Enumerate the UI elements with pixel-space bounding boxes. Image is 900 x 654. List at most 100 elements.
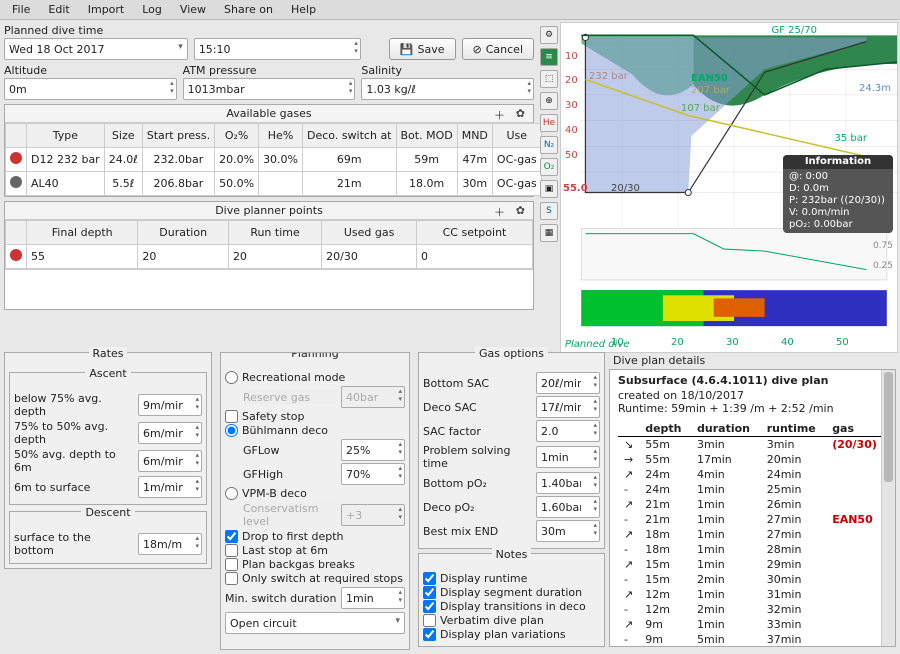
gas-col-switch[interactable]: Deco. switch at [303, 124, 396, 148]
points-row-0[interactable]: 55 20 20 20/30 0 [6, 245, 533, 269]
gas-col-mod[interactable]: Bot. MOD [396, 124, 457, 148]
tool-scale[interactable]: ⊕ [540, 92, 558, 110]
min-switch-label: Min. switch duration [225, 592, 337, 605]
recreational-radio[interactable] [225, 371, 238, 384]
plan-backgas-checkbox[interactable] [225, 558, 238, 571]
deco-po2-label: Deco pO₂ [423, 501, 532, 514]
tool-s[interactable]: S [540, 202, 558, 220]
rate-surf-bottom-input[interactable] [138, 533, 202, 555]
atm-input[interactable] [183, 78, 356, 100]
gases-gear-icon[interactable]: ✿ [516, 107, 525, 120]
rate-75to50-input[interactable] [138, 422, 202, 444]
plan-row: -18m1min28min [618, 542, 887, 557]
tool-o2[interactable]: O₂ [540, 158, 558, 176]
menu-share[interactable]: Share on [216, 1, 281, 18]
plan-row: ↗21m1min26min [618, 497, 887, 512]
last-stop-6m-checkbox[interactable] [225, 544, 238, 557]
menu-help[interactable]: Help [283, 1, 324, 18]
rate-6surf-label: 6m to surface [14, 481, 134, 494]
gfhigh-input[interactable] [341, 463, 405, 485]
rate-surf-bottom-label: surface to the bottom [14, 531, 134, 557]
points-gear-icon[interactable]: ✿ [516, 204, 525, 217]
gases-add-icon[interactable]: ＋ [494, 107, 505, 123]
atm-label: ATM pressure [183, 64, 356, 77]
buhlmann-radio[interactable] [225, 424, 238, 437]
gas-col-o2[interactable]: O₂% [215, 124, 259, 148]
tool-n2[interactable]: N₂ [540, 136, 558, 154]
menu-file[interactable]: File [4, 1, 38, 18]
points-col-depth[interactable]: Final depth [27, 221, 138, 245]
depth-right-label: 24.3m [859, 83, 891, 94]
display-variations-checkbox[interactable] [423, 628, 436, 641]
gas-row-1[interactable]: AL40 5.5ℓ 206.8bar 50.0% 21m 18.0m 30m O… [6, 172, 542, 196]
sac-factor-input[interactable] [536, 420, 600, 442]
dive-profile-chart[interactable]: 10 20 30 40 50 55.0 10 20 30 40 50 GF 25… [560, 22, 898, 353]
points-col-run[interactable]: Run time [228, 221, 321, 245]
gflow-input[interactable] [341, 439, 405, 461]
xtick: 40 [781, 337, 794, 348]
display-segment-checkbox[interactable] [423, 586, 436, 599]
tool-he[interactable]: He [540, 114, 558, 132]
display-runtime-checkbox[interactable] [423, 572, 436, 585]
drop-first-depth-checkbox[interactable] [225, 530, 238, 543]
notes-group: Notes Display runtime Display segment du… [418, 553, 605, 647]
rate-6surf-input[interactable] [138, 476, 202, 498]
menu-edit[interactable]: Edit [40, 1, 77, 18]
tool-profile[interactable]: ≡ [540, 48, 558, 66]
deco-sac-input[interactable] [536, 396, 600, 418]
min-switch-input[interactable] [341, 587, 405, 609]
reserve-gas-input [341, 386, 405, 408]
ytick: 40 [565, 125, 578, 136]
bottom-sac-input[interactable] [536, 372, 600, 394]
rate-50to6-input[interactable] [138, 450, 202, 472]
menu-view[interactable]: View [172, 1, 214, 18]
gas-col-he[interactable]: He% [259, 124, 303, 148]
save-button[interactable]: 💾Save [389, 38, 456, 60]
available-gases-panel: Available gases ＋ ✿ Type Size Start pres… [4, 104, 534, 197]
points-add-icon[interactable]: ＋ [494, 204, 505, 220]
cylinder-icon [10, 176, 22, 188]
tool-heatmap[interactable]: ▦ [540, 224, 558, 242]
tool-ruler[interactable]: ⬚ [540, 70, 558, 88]
xtick: 50 [836, 337, 849, 348]
cancel-button[interactable]: ⊘Cancel [462, 38, 534, 60]
points-col-cc[interactable]: CC setpoint [416, 221, 532, 245]
altitude-input[interactable] [4, 78, 177, 100]
plan-row: -21m1min27minEAN50 [618, 512, 887, 527]
cylinder-icon [10, 152, 22, 164]
gas-col-start[interactable]: Start press. [142, 124, 214, 148]
gas-row-0[interactable]: D12 232 bar 24.0ℓ 232.0bar 20.0% 30.0% 6… [6, 148, 542, 172]
ytick: 50 [565, 150, 578, 161]
display-transitions-checkbox[interactable] [423, 600, 436, 613]
points-col-dur[interactable]: Duration [138, 221, 229, 245]
planning-group: Planning Recreational mode Reserve gas S… [220, 352, 410, 650]
rate-below75-input[interactable] [138, 394, 202, 416]
tool-settings[interactable]: ⚙ [540, 26, 558, 44]
plan-row: -9m5min37min [618, 632, 887, 647]
gas-col-size[interactable]: Size [104, 124, 142, 148]
vpmb-radio[interactable] [225, 487, 238, 500]
time-input[interactable] [194, 38, 361, 60]
gas-col-use[interactable]: Use [492, 124, 541, 148]
deco-po2-input[interactable] [536, 496, 600, 518]
menu-import[interactable]: Import [80, 1, 133, 18]
bottom-po2-input[interactable] [536, 472, 600, 494]
verbatim-plan-checkbox[interactable] [423, 614, 436, 627]
menu-log[interactable]: Log [134, 1, 170, 18]
details-scrollbar[interactable] [881, 370, 895, 646]
dive-plan-details[interactable]: Subsurface (4.6.4.1011) dive plan create… [609, 369, 896, 647]
tool-photo[interactable]: ▣ [540, 180, 558, 198]
salinity-input[interactable] [361, 78, 534, 100]
rates-group: Rates Ascent below 75% avg. depth 75% to… [4, 352, 212, 569]
only-switch-checkbox[interactable] [225, 572, 238, 585]
problem-solving-input[interactable] [536, 446, 600, 468]
safety-stop-checkbox[interactable] [225, 410, 238, 423]
gas-col-type[interactable]: Type [27, 124, 105, 148]
best-mix-end-input[interactable] [536, 520, 600, 542]
cancel-icon: ⊘ [473, 43, 482, 56]
points-col-gas[interactable]: Used gas [322, 221, 417, 245]
circuit-select[interactable] [225, 612, 405, 634]
gas-col-mnd[interactable]: MND [457, 124, 492, 148]
gas-col-icon[interactable] [6, 124, 27, 148]
date-input[interactable] [4, 38, 188, 60]
